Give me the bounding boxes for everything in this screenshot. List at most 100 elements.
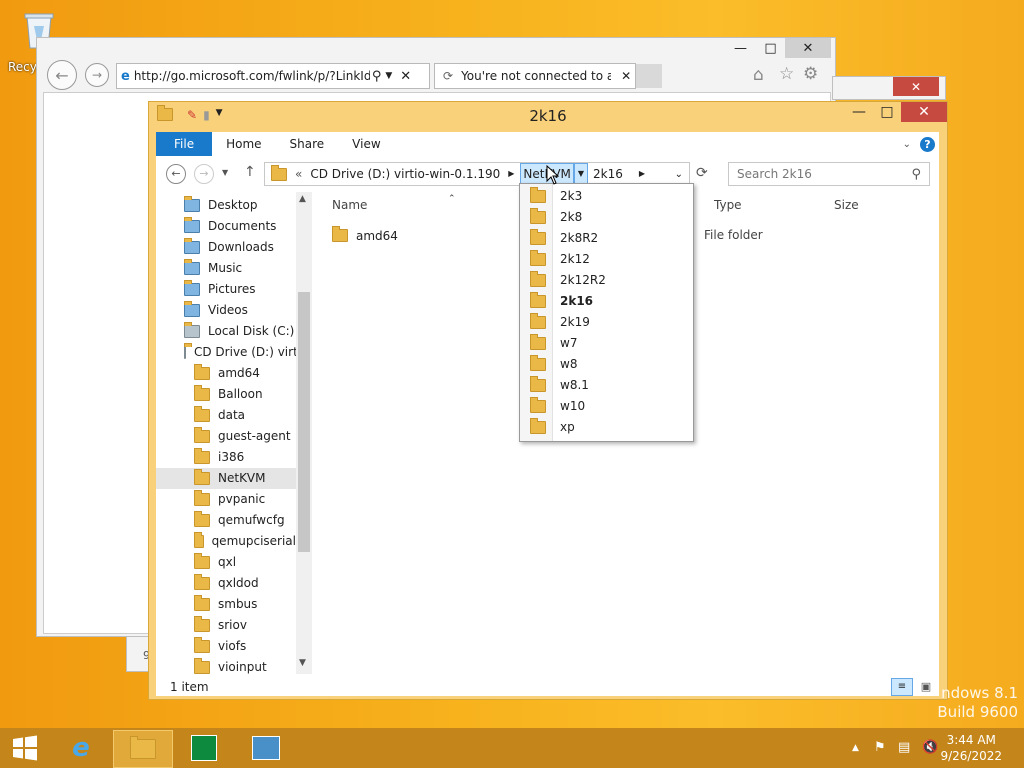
- tab-close-icon[interactable]: ✕: [621, 69, 631, 83]
- dropdown-item[interactable]: 2k12R2: [530, 270, 606, 291]
- new-folder-icon[interactable]: ▮: [203, 108, 210, 122]
- taskbar-ie[interactable]: e: [52, 730, 110, 766]
- favorites-star-icon[interactable]: ☆: [779, 64, 794, 84]
- dropdown-item[interactable]: 2k8: [530, 207, 582, 228]
- tree-item[interactable]: sriov: [156, 615, 296, 636]
- breadcrumb-overflow[interactable]: «: [293, 163, 304, 185]
- column-size[interactable]: Size: [834, 192, 859, 218]
- volume-muted-icon[interactable]: 🔇: [922, 740, 938, 755]
- system-clock[interactable]: 3:44 AM 9/26/2022: [940, 732, 1002, 764]
- breadcrumb-current[interactable]: 2k16: [591, 163, 625, 185]
- chevron-down-icon[interactable]: ▼: [216, 108, 223, 122]
- dropdown-item[interactable]: 2k12: [530, 249, 590, 270]
- breadcrumb-separator-icon[interactable]: ▶: [506, 163, 516, 185]
- forward-button[interactable]: →: [194, 164, 214, 184]
- tree-item[interactable]: qemupciserial: [156, 531, 296, 552]
- navigation-pane-scroll-thumb[interactable]: [298, 292, 310, 552]
- ie-minimize-button[interactable]: —: [727, 38, 754, 58]
- tree-item[interactable]: Local Disk (C:): [156, 321, 296, 342]
- ie-new-tab-button[interactable]: [636, 64, 662, 88]
- ie-forward-button[interactable]: →: [85, 63, 109, 87]
- tree-item[interactable]: smbus: [156, 594, 296, 615]
- ie-close-button[interactable]: ✕: [785, 38, 831, 58]
- background-window-titlebar[interactable]: ✕: [832, 76, 946, 100]
- search-icon[interactable]: ⚲: [372, 69, 382, 84]
- tree-item[interactable]: qxldod: [156, 573, 296, 594]
- ie-maximize-button[interactable]: □: [757, 38, 784, 58]
- scroll-up-icon[interactable]: ▲: [299, 194, 306, 204]
- tree-item[interactable]: Balloon: [156, 384, 296, 405]
- taskbar-file-explorer[interactable]: [113, 730, 173, 768]
- details-view-button[interactable]: ≡: [891, 678, 913, 696]
- dropdown-item[interactable]: w8.1: [530, 375, 589, 396]
- dropdown-item[interactable]: 2k8R2: [530, 228, 598, 249]
- chevron-down-icon[interactable]: ⌄: [903, 139, 911, 150]
- gear-icon[interactable]: ⚙: [803, 64, 818, 84]
- search-box[interactable]: Search 2k16 ⚲: [728, 162, 930, 186]
- network-icon[interactable]: ▤: [898, 740, 910, 755]
- minimize-button[interactable]: —: [845, 102, 873, 122]
- show-hidden-icons-icon[interactable]: ▲: [852, 743, 859, 753]
- action-center-flag-icon[interactable]: ⚑: [874, 740, 886, 755]
- address-history-icon[interactable]: ⌄: [675, 169, 683, 180]
- tree-item[interactable]: Videos: [156, 300, 296, 321]
- tree-item[interactable]: guest-agent: [156, 426, 296, 447]
- close-icon[interactable]: ✕: [400, 69, 411, 84]
- properties-icon[interactable]: ✎: [187, 108, 197, 122]
- scroll-down-icon[interactable]: ▼: [299, 658, 306, 668]
- tree-item-label: amd64: [218, 366, 260, 380]
- help-icon[interactable]: ?: [920, 136, 935, 152]
- breadcrumb-separator-icon[interactable]: ▶: [637, 163, 647, 185]
- tab-home[interactable]: Home: [212, 132, 275, 156]
- chevron-down-icon[interactable]: ▼: [385, 71, 392, 81]
- tab-share[interactable]: Share: [276, 132, 339, 156]
- tree-item[interactable]: pvpanic: [156, 489, 296, 510]
- tree-item[interactable]: qemufwcfg: [156, 510, 296, 531]
- dropdown-item[interactable]: 2k16: [530, 291, 593, 312]
- large-icons-view-button[interactable]: ▣: [917, 679, 935, 695]
- tab-file[interactable]: File: [156, 132, 213, 156]
- ie-back-button[interactable]: ←: [47, 60, 77, 90]
- tree-item[interactable]: vioinput: [156, 657, 296, 674]
- tree-item[interactable]: Documents: [156, 216, 296, 237]
- tree-item[interactable]: data: [156, 405, 296, 426]
- close-button[interactable]: ✕: [901, 102, 947, 122]
- dropdown-item[interactable]: w7: [530, 333, 577, 354]
- search-input[interactable]: Search 2k16: [737, 167, 911, 181]
- tree-item[interactable]: NetKVM: [156, 468, 296, 489]
- search-icon[interactable]: ⚲: [911, 167, 921, 182]
- maximize-button[interactable]: □: [873, 102, 901, 122]
- dropdown-item[interactable]: 2k19: [530, 312, 590, 333]
- tab-view[interactable]: View: [338, 132, 394, 156]
- tree-item[interactable]: Desktop: [156, 195, 296, 216]
- dropdown-item[interactable]: w10: [530, 396, 585, 417]
- taskbar-app[interactable]: [237, 730, 295, 766]
- tree-item[interactable]: Pictures: [156, 279, 296, 300]
- breadcrumb-dropdown-arrow-icon[interactable]: ▼: [573, 163, 589, 185]
- ie-url-text: http://go.microsoft.com/fwlink/p/?LinkId…: [133, 69, 370, 83]
- back-button[interactable]: ←: [166, 164, 186, 184]
- tree-item[interactable]: viofs: [156, 636, 296, 657]
- ie-address-bar[interactable]: e http://go.microsoft.com/fwlink/p/?Link…: [116, 63, 430, 89]
- home-icon[interactable]: ⌂: [753, 65, 764, 85]
- tree-item[interactable]: Music: [156, 258, 296, 279]
- dropdown-item[interactable]: 2k3: [530, 186, 582, 207]
- up-button[interactable]: ↑: [244, 164, 256, 180]
- refresh-icon[interactable]: ⟳: [696, 165, 708, 181]
- tree-item[interactable]: CD Drive (D:) virt: [156, 342, 298, 363]
- taskbar-store[interactable]: [175, 730, 233, 766]
- dropdown-item[interactable]: xp: [530, 417, 575, 438]
- tree-item[interactable]: Downloads: [156, 237, 296, 258]
- tree-item[interactable]: qxl: [156, 552, 296, 573]
- dropdown-item[interactable]: w8: [530, 354, 577, 375]
- file-row[interactable]: amd64: [332, 225, 398, 246]
- recent-locations-icon[interactable]: ▼: [222, 168, 228, 177]
- tree-item[interactable]: i386: [156, 447, 296, 468]
- start-button[interactable]: [0, 730, 50, 766]
- ie-tab[interactable]: ⟳ You're not connected to a ... ✕: [434, 63, 636, 89]
- breadcrumb-drive[interactable]: CD Drive (D:) virtio-win-0.1.190: [308, 163, 502, 185]
- column-type[interactable]: Type: [714, 192, 742, 218]
- tree-item[interactable]: amd64: [156, 363, 296, 384]
- background-window-close-button[interactable]: ✕: [893, 77, 939, 96]
- column-name[interactable]: Name: [332, 192, 367, 218]
